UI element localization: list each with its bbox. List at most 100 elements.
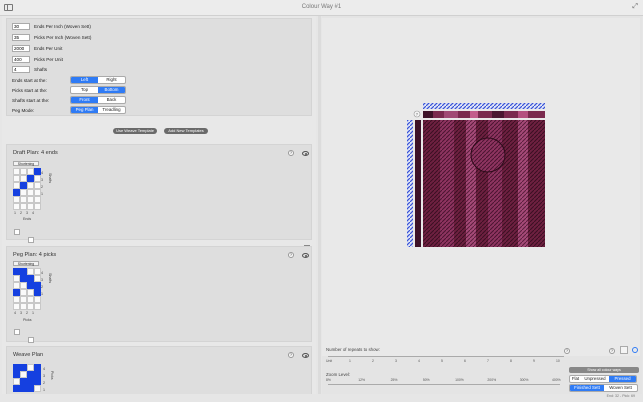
grid-cell[interactable]: [20, 296, 27, 303]
grid-cell[interactable]: [20, 385, 27, 392]
weft-color-bar[interactable]: [407, 120, 413, 247]
add-new-templates-button[interactable]: Add New Templates: [164, 128, 208, 134]
magnifier-lens[interactable]: [470, 137, 506, 173]
picks-per-inch-input[interactable]: [12, 34, 30, 41]
grid-cell[interactable]: [20, 196, 27, 203]
help-button-2[interactable]: ?: [609, 348, 615, 354]
picks-bottom-option[interactable]: Bottom: [98, 87, 125, 93]
grid-cell[interactable]: [34, 175, 41, 182]
grid-cell[interactable]: [27, 385, 34, 392]
eye-icon[interactable]: [302, 353, 309, 358]
grid-cell[interactable]: [34, 385, 41, 392]
grid-cell[interactable]: [34, 268, 41, 275]
show-all-colour-ways-button[interactable]: Show all colour ways: [569, 367, 639, 373]
adjust-square[interactable]: [14, 229, 20, 235]
ends-left-option[interactable]: Left: [71, 77, 98, 83]
grid-cell[interactable]: [34, 203, 41, 210]
shafts-start-segmented[interactable]: Front Back: [70, 96, 126, 104]
grid-cell[interactable]: [34, 378, 41, 385]
help-button[interactable]: ?: [288, 352, 294, 358]
help-button[interactable]: ?: [288, 150, 294, 156]
picks-start-segmented[interactable]: Top Bottom: [70, 86, 126, 94]
grid-cell[interactable]: [27, 303, 34, 310]
grid-cell[interactable]: [20, 289, 27, 296]
grid-cell[interactable]: [34, 182, 41, 189]
grid-cell[interactable]: [27, 378, 34, 385]
grid-cell[interactable]: [13, 203, 20, 210]
shafts-back-option[interactable]: Back: [98, 97, 125, 103]
grid-cell[interactable]: [27, 296, 34, 303]
fabric-preview-area[interactable]: ?: [322, 18, 640, 356]
grid-cell[interactable]: [34, 371, 41, 378]
shafts-input[interactable]: [12, 66, 30, 73]
grid-cell[interactable]: [13, 364, 20, 371]
ends-start-segmented[interactable]: Left Right: [70, 76, 126, 84]
finish-segmented[interactable]: Flat Unpressed Pressed: [569, 375, 637, 383]
treadling-option[interactable]: Treadling: [98, 107, 125, 113]
grid-cell[interactable]: [34, 282, 41, 289]
grid-cell[interactable]: [20, 364, 27, 371]
grid-cell[interactable]: [27, 268, 34, 275]
shafts-front-option[interactable]: Front: [71, 97, 98, 103]
grid-cell[interactable]: [20, 182, 27, 189]
grid-cell[interactable]: [20, 282, 27, 289]
fullscreen-icon[interactable]: ⤢: [632, 3, 638, 11]
panel-divider[interactable]: [318, 16, 321, 394]
grid-cell[interactable]: [27, 275, 34, 282]
eye-icon[interactable]: [302, 151, 309, 156]
adjust-square[interactable]: [14, 329, 20, 335]
grid-cell[interactable]: [34, 275, 41, 282]
grid-cell[interactable]: [34, 303, 41, 310]
grid-cell[interactable]: [27, 289, 34, 296]
peg-plan-grid[interactable]: [13, 268, 41, 310]
grid-cell[interactable]: [27, 371, 34, 378]
grid-cell[interactable]: [34, 289, 41, 296]
grid-cell[interactable]: [27, 364, 34, 371]
adjust-square[interactable]: [28, 237, 34, 243]
grid-cell[interactable]: [13, 385, 20, 392]
grid-cell[interactable]: [27, 189, 34, 196]
grid-cell[interactable]: [34, 189, 41, 196]
zoom-out-icon[interactable]: [620, 346, 628, 354]
grid-cell[interactable]: [34, 364, 41, 371]
use-weave-template-button[interactable]: Use Weave Template: [113, 128, 157, 134]
unpressed-option[interactable]: Unpressed: [581, 376, 609, 382]
grid-cell[interactable]: [20, 168, 27, 175]
grid-cell[interactable]: [13, 196, 20, 203]
grid-cell[interactable]: [13, 303, 20, 310]
peg-plan-option[interactable]: Peg Plan: [71, 107, 98, 113]
ends-right-option[interactable]: Right: [98, 77, 125, 83]
finished-sett-option[interactable]: Finished Sett: [570, 385, 604, 391]
ends-per-unit-input[interactable]: [12, 45, 30, 52]
eye-icon[interactable]: [302, 253, 309, 258]
grid-cell[interactable]: [13, 296, 20, 303]
sett-segmented[interactable]: Finished Sett Woven Sett: [569, 384, 638, 392]
grid-cell[interactable]: [13, 182, 20, 189]
pressed-option[interactable]: Pressed: [609, 376, 636, 382]
peg-mode-segmented[interactable]: Peg Plan Treadling: [70, 106, 126, 114]
grid-cell[interactable]: [13, 268, 20, 275]
grid-cell[interactable]: [34, 168, 41, 175]
shortening-tag[interactable]: Shortening: [13, 161, 39, 166]
grid-cell[interactable]: [13, 282, 20, 289]
grid-cell[interactable]: [13, 378, 20, 385]
grid-cell[interactable]: [13, 168, 20, 175]
grid-cell[interactable]: [27, 282, 34, 289]
grid-cell[interactable]: [20, 189, 27, 196]
warp-color-bar[interactable]: [423, 103, 545, 109]
grid-cell[interactable]: [20, 175, 27, 182]
grid-cell[interactable]: [20, 268, 27, 275]
grid-cell[interactable]: [13, 371, 20, 378]
zoom-in-icon[interactable]: [632, 347, 638, 353]
grid-cell[interactable]: [13, 275, 20, 282]
grid-cell[interactable]: [27, 175, 34, 182]
picks-top-option[interactable]: Top: [71, 87, 98, 93]
repeats-slider[interactable]: [328, 356, 564, 357]
grid-cell[interactable]: [20, 203, 27, 210]
grid-cell[interactable]: [20, 378, 27, 385]
grid-cell[interactable]: [13, 175, 20, 182]
weave-plan-grid[interactable]: [13, 364, 41, 392]
grid-cell[interactable]: [34, 196, 41, 203]
grid-cell[interactable]: [27, 182, 34, 189]
grid-cell[interactable]: [13, 289, 20, 296]
